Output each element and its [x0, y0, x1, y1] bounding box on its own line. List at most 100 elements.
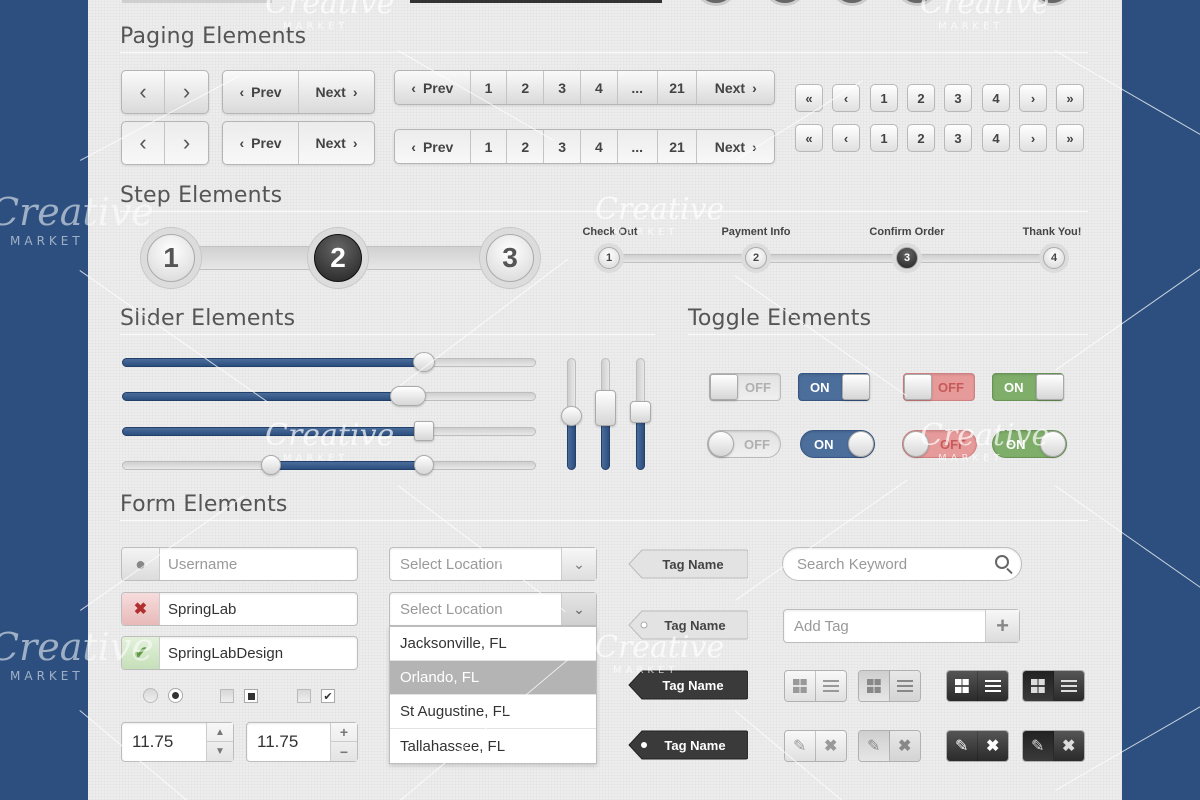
- page-button[interactable]: 2: [507, 130, 545, 163]
- page-button[interactable]: 1: [471, 71, 508, 104]
- tag-dark[interactable]: Tag Name: [628, 670, 748, 700]
- edit-button[interactable]: ✎: [859, 731, 890, 761]
- page-button[interactable]: 3: [544, 71, 582, 104]
- toggle-off[interactable]: OFF: [709, 373, 781, 401]
- prev-page-button[interactable]: ‹: [832, 124, 860, 152]
- page-button[interactable]: 2: [907, 84, 935, 112]
- next-button[interactable]: Next ›: [299, 71, 374, 113]
- next-arrow-button[interactable]: ›: [165, 122, 208, 164]
- toggle-handle[interactable]: [904, 374, 932, 400]
- toggle-off-red[interactable]: OFF: [903, 373, 975, 401]
- checkbox-unchecked[interactable]: [297, 689, 311, 703]
- delete-button[interactable]: ✖: [1053, 731, 1084, 761]
- toggle-handle[interactable]: [842, 374, 870, 400]
- range-slider-handle[interactable]: [261, 455, 281, 475]
- pill-toggle-on-green[interactable]: ON: [992, 430, 1067, 458]
- grid-view-button[interactable]: [947, 671, 978, 701]
- plus-minus-stepper[interactable]: 11.75 + −: [246, 722, 358, 762]
- small-step-4[interactable]: 4: [1043, 247, 1065, 269]
- step-3[interactable]: 3: [486, 234, 534, 282]
- toggle-on-green[interactable]: ON: [992, 373, 1064, 401]
- edit-button[interactable]: ✎: [947, 731, 978, 761]
- dropdown-option[interactable]: St Augustine, FL: [390, 695, 596, 729]
- step-1[interactable]: 1: [147, 234, 195, 282]
- toggle-handle[interactable]: [1040, 431, 1066, 457]
- range-slider-handle[interactable]: [414, 455, 434, 475]
- delete-button[interactable]: ✖: [977, 731, 1008, 761]
- dropdown-option[interactable]: Jacksonville, FL: [390, 627, 596, 661]
- vertical-slider-handle[interactable]: [595, 390, 616, 426]
- small-step-2[interactable]: 2: [745, 247, 767, 269]
- prev-button[interactable]: ‹ Prev: [223, 122, 299, 164]
- page-button[interactable]: 3: [544, 130, 582, 163]
- toggle-handle[interactable]: [903, 431, 929, 457]
- grid-view-button[interactable]: [859, 671, 890, 701]
- vertical-slider-handle[interactable]: [561, 406, 582, 426]
- prev-button[interactable]: ‹ Prev: [395, 130, 471, 163]
- prev-page-button[interactable]: ‹: [832, 84, 860, 112]
- location-select-open[interactable]: Select Location ⌄: [389, 592, 597, 626]
- first-page-button[interactable]: «: [795, 124, 823, 152]
- error-field[interactable]: ✖ SpringLab: [121, 592, 358, 626]
- tag-light[interactable]: Tag Name: [628, 549, 748, 579]
- dropdown-option[interactable]: Tallahassee, FL: [390, 729, 596, 763]
- delete-button[interactable]: ✖: [889, 731, 920, 761]
- next-button[interactable]: Next ›: [697, 71, 774, 104]
- number-stepper[interactable]: 11.75 ▲ ▼: [121, 722, 234, 762]
- page-button[interactable]: 3: [944, 84, 972, 112]
- minus-icon[interactable]: −: [331, 742, 357, 761]
- dropdown-option-selected[interactable]: Orlando, FL: [390, 661, 596, 695]
- page-button[interactable]: 1: [870, 84, 898, 112]
- checkbox-checked[interactable]: ✔: [321, 689, 335, 703]
- page-button[interactable]: 2: [907, 124, 935, 152]
- checkbox-filled[interactable]: [244, 689, 258, 703]
- toggle-handle[interactable]: [710, 374, 738, 400]
- chevron-down-icon[interactable]: ▼: [207, 742, 233, 761]
- toggle-handle[interactable]: [1036, 374, 1064, 400]
- list-view-button[interactable]: [1053, 671, 1084, 701]
- page-button[interactable]: 4: [581, 130, 618, 163]
- last-page-button[interactable]: »: [1056, 84, 1084, 112]
- pill-toggle-off-red[interactable]: OFF: [902, 430, 977, 458]
- toggle-handle[interactable]: [848, 431, 874, 457]
- radio-unchecked[interactable]: [143, 688, 158, 703]
- small-step-1[interactable]: 1: [598, 247, 620, 269]
- chevron-up-icon[interactable]: ▲: [207, 723, 233, 742]
- success-field[interactable]: ✔ SpringLabDesign: [121, 636, 358, 670]
- prev-button[interactable]: ‹ Prev: [395, 71, 471, 104]
- next-button[interactable]: Next ›: [299, 122, 374, 164]
- next-arrow-button[interactable]: ›: [165, 71, 208, 113]
- toggle-on-blue[interactable]: ON: [798, 373, 870, 401]
- page-button[interactable]: 4: [982, 124, 1010, 152]
- page-button[interactable]: 21: [658, 130, 698, 163]
- last-page-button[interactable]: »: [1056, 124, 1084, 152]
- pill-toggle-on-blue[interactable]: ON: [800, 430, 875, 458]
- radio-checked[interactable]: [168, 688, 183, 703]
- username-field[interactable]: ● Username: [121, 547, 358, 581]
- location-select[interactable]: Select Location ⌄: [389, 547, 597, 581]
- select-arrow[interactable]: ⌄: [561, 548, 596, 580]
- page-button[interactable]: 21: [658, 71, 698, 104]
- next-page-button[interactable]: ›: [1019, 124, 1047, 152]
- list-view-button[interactable]: [889, 671, 920, 701]
- page-button[interactable]: 1: [870, 124, 898, 152]
- vertical-slider-handle[interactable]: [630, 401, 651, 423]
- step-2-active[interactable]: 2: [314, 234, 362, 282]
- small-step-3-active[interactable]: 3: [896, 247, 918, 269]
- grid-view-button[interactable]: [785, 671, 816, 701]
- plus-icon[interactable]: +: [331, 723, 357, 742]
- delete-button[interactable]: ✖: [815, 731, 846, 761]
- pill-toggle-off[interactable]: OFF: [707, 430, 781, 458]
- slider-handle[interactable]: [414, 421, 434, 441]
- select-arrow[interactable]: ⌄: [561, 593, 596, 625]
- page-button[interactable]: 2: [507, 71, 545, 104]
- prev-arrow-button[interactable]: ‹: [122, 71, 166, 113]
- list-view-button[interactable]: [977, 671, 1008, 701]
- add-tag-input[interactable]: Add Tag +: [783, 609, 1020, 643]
- page-button[interactable]: 4: [581, 71, 618, 104]
- page-button[interactable]: 4: [982, 84, 1010, 112]
- grid-view-button[interactable]: [1023, 671, 1054, 701]
- prev-arrow-button[interactable]: ‹: [122, 122, 166, 164]
- toggle-handle[interactable]: [708, 431, 734, 457]
- edit-button[interactable]: ✎: [1023, 731, 1054, 761]
